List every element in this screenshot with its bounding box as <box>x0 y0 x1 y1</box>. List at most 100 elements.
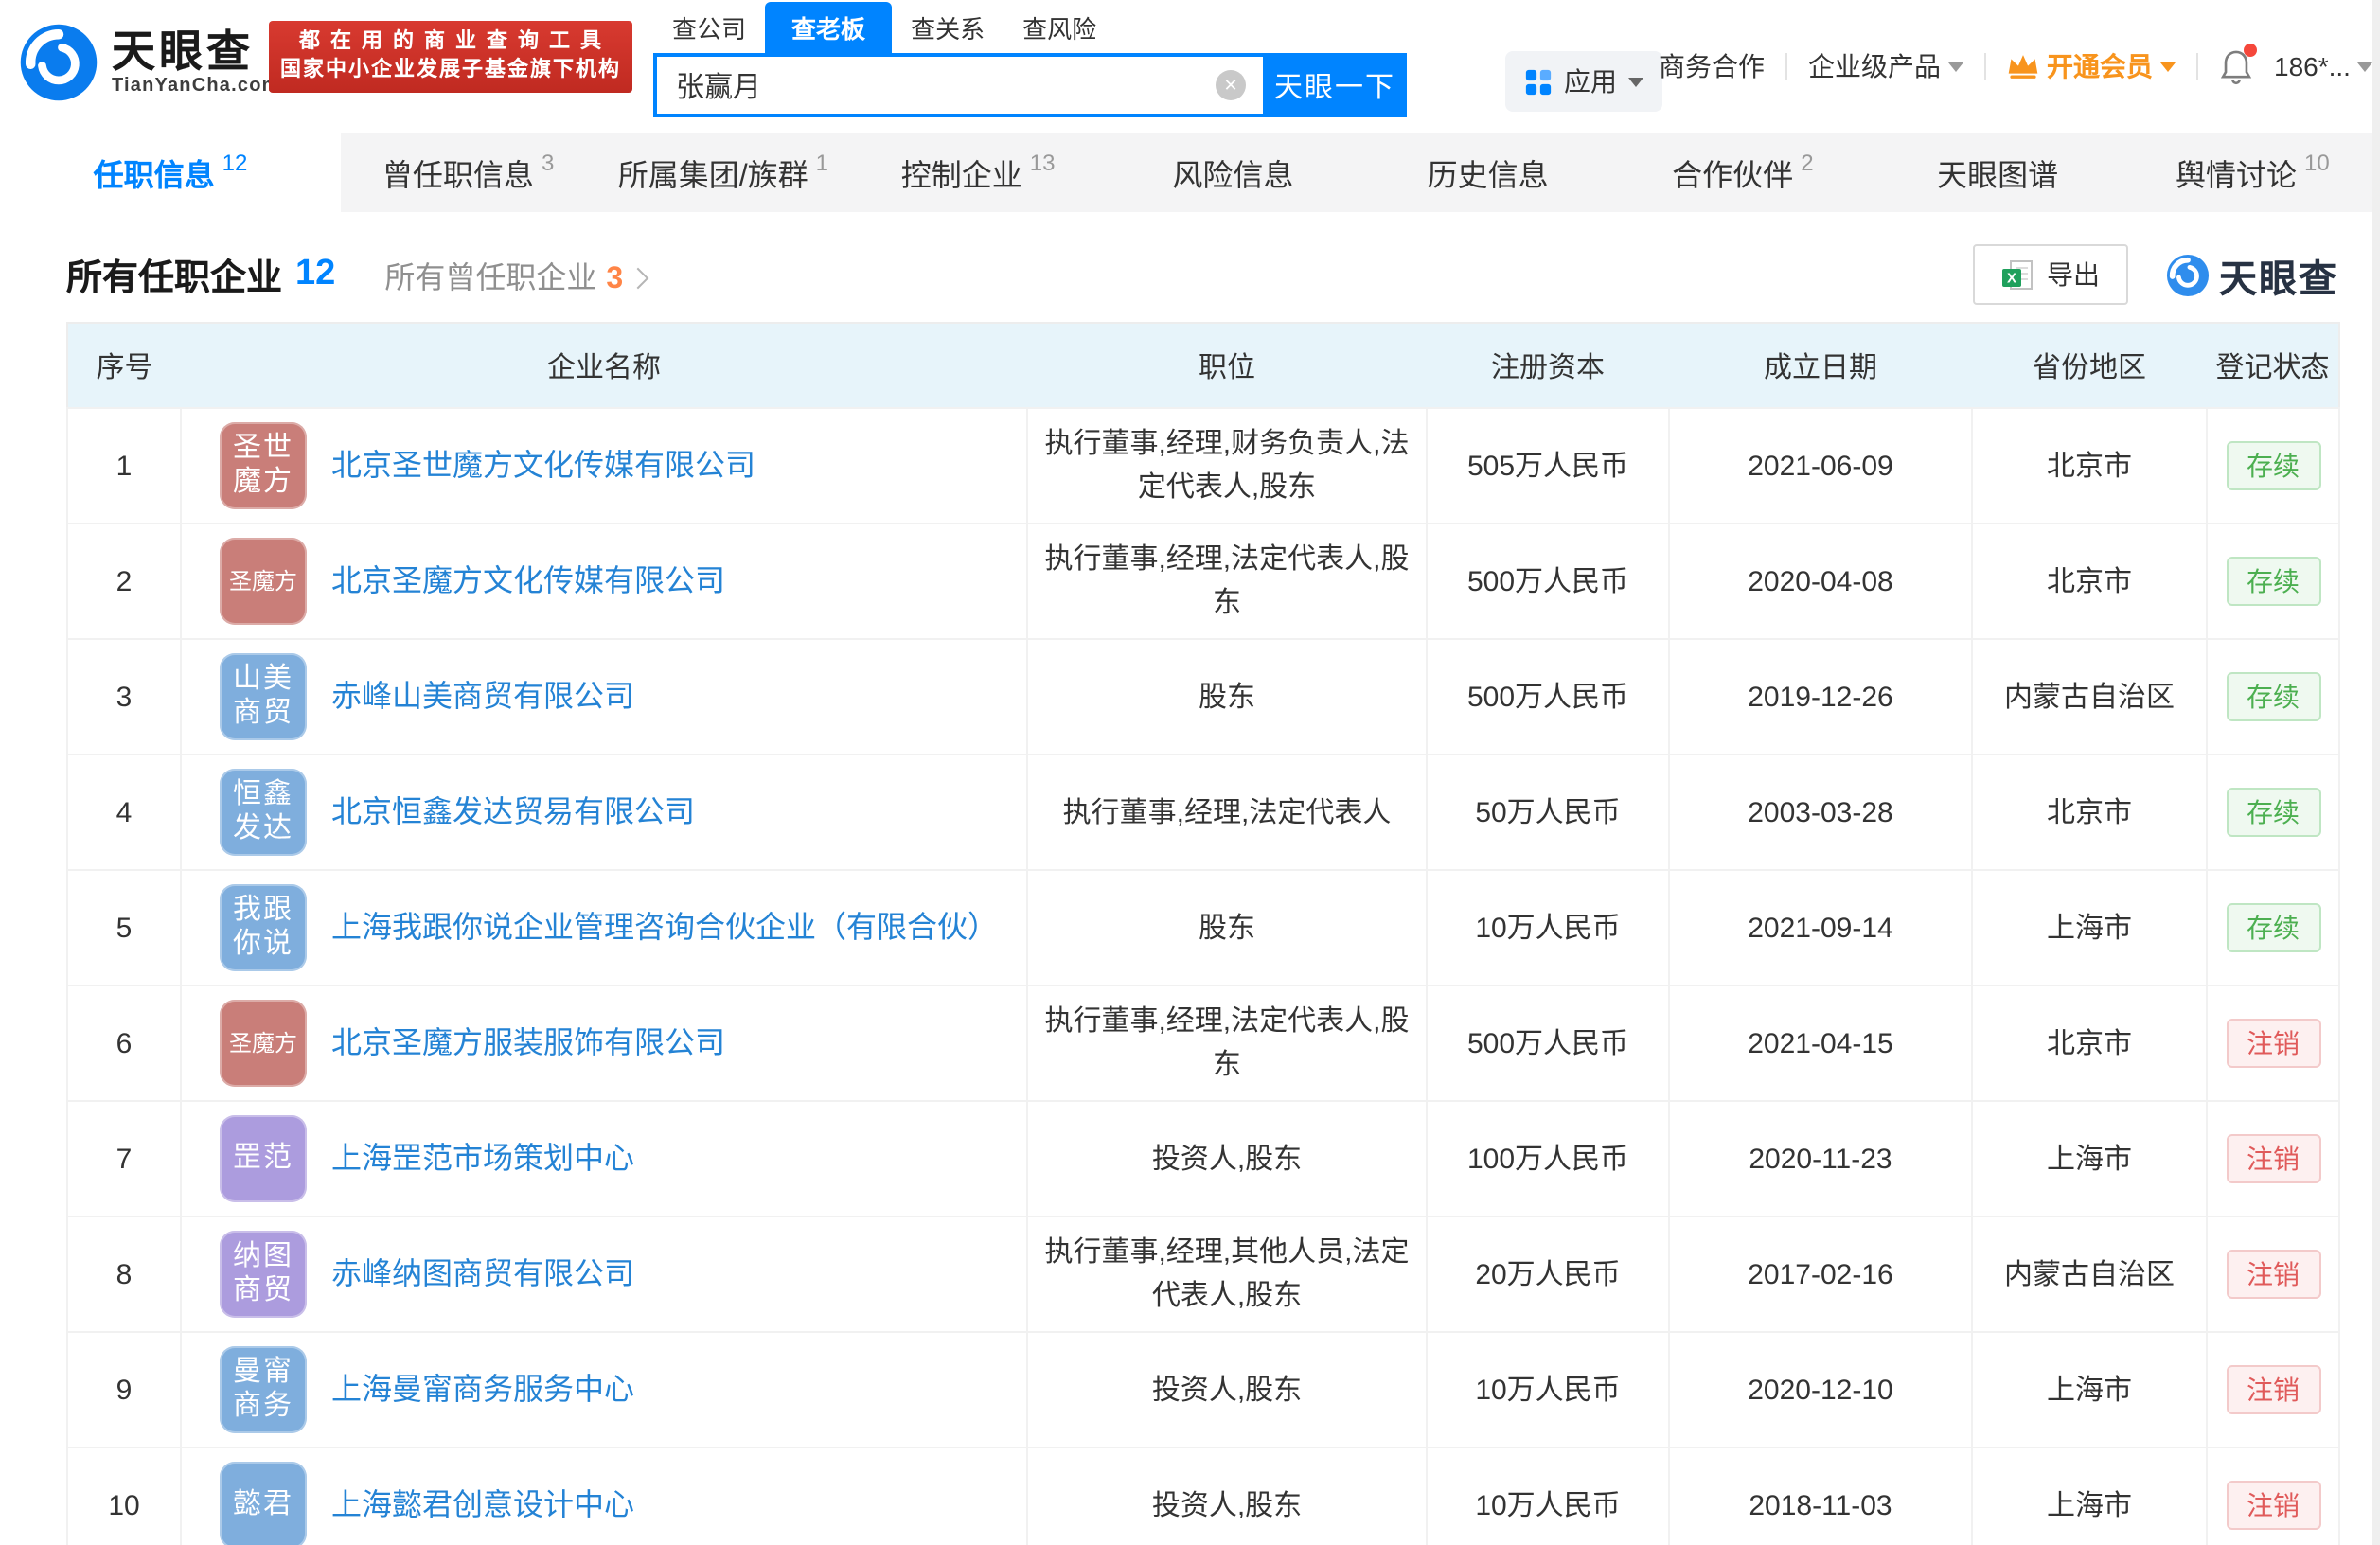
company-logo-badge: 圣魔方 <box>220 538 307 625</box>
logo-domain: TianYanCha.com <box>112 76 280 97</box>
cell-status: 存续 <box>2206 407 2340 524</box>
company-logo-badge: 曼甯 商务 <box>220 1346 307 1433</box>
tab-label: 曾任职信息 <box>382 161 534 193</box>
notification-dot <box>2244 43 2257 56</box>
company-link[interactable]: 上海曼甯商务服务中心 <box>331 1368 634 1412</box>
tab-count: 1 <box>815 150 828 176</box>
watermark-text: 天眼查 <box>2219 258 2338 300</box>
profile-tab-2[interactable]: 曾任职信息 3 <box>341 133 595 212</box>
section-count: 12 <box>295 254 336 293</box>
table-row: 8 纳图 商贸 赤峰纳图商贸有限公司 执行董事,经理,其他人员,法定代表人,股东 20万人… <box>66 1216 2340 1333</box>
company-link[interactable]: 北京圣世魔方文化传媒有限公司 <box>331 444 755 488</box>
caret-down-icon <box>1948 62 1963 71</box>
nav-open-membership[interactable]: 开通会员 <box>2007 47 2176 85</box>
profile-tab-1[interactable]: 任职信息 12 <box>0 133 341 212</box>
company-logo-badge: 我跟 你说 <box>220 884 307 971</box>
former-positions-link[interactable]: 所有曾任职企业 3 <box>384 252 649 297</box>
cell-status: 注销 <box>2206 1447 2340 1545</box>
table-header-row: 序号 企业名称 职位 注册资本 成立日期 省份地区 登记状态 <box>67 323 2339 408</box>
cell-capital: 500万人民币 <box>1426 523 1670 640</box>
column-header: 省份地区 <box>1972 323 2207 408</box>
profile-tab-8[interactable]: 天眼图谱 <box>1871 133 2125 212</box>
cell-position: 执行董事,经理,法定代表人,股东 <box>1026 985 1428 1102</box>
scrollbar[interactable] <box>2372 0 2380 1545</box>
company-link[interactable]: 上海懿君创意设计中心 <box>331 1483 634 1527</box>
tab-count: 12 <box>222 150 248 176</box>
company-logo-badge: 圣魔方 <box>220 1000 307 1087</box>
status-badge: 注销 <box>2226 1481 2320 1530</box>
company-link[interactable]: 上海罡范市场策划中心 <box>331 1137 634 1181</box>
tab-label: 任职信息 <box>93 161 215 193</box>
search-button[interactable]: 天眼一下 <box>1263 53 1407 117</box>
cell-region: 内蒙古自治区 <box>1971 1216 2208 1333</box>
table-row: 6 圣魔方 北京圣魔方服装服饰有限公司 执行董事,经理,法定代表人,股东 500万人民币… <box>66 985 2340 1102</box>
nav-enterprise-products[interactable]: 企业级产品 <box>1808 47 1963 85</box>
cell-no: 4 <box>66 754 182 871</box>
table-row: 7 罡范 上海罡范市场策划中心 投资人,股东 100万人民币 2020-11-23 上海市注… <box>66 1100 2340 1217</box>
cell-status: 存续 <box>2206 754 2340 871</box>
cell-position: 执行董事,经理,财务负责人,法定代表人,股东 <box>1026 407 1428 524</box>
excel-x: X <box>2007 270 2016 286</box>
tianyancha-logo[interactable]: 天眼查 TianYanCha.com <box>19 23 280 102</box>
company-logo-badge: 圣世 魔方 <box>220 422 307 509</box>
company-link[interactable]: 赤峰纳图商贸有限公司 <box>331 1252 634 1296</box>
status-badge: 存续 <box>2226 672 2320 721</box>
logo-title: 天眼查 <box>112 27 254 76</box>
profile-tab-3[interactable]: 所属集团/族群 1 <box>595 133 850 212</box>
profile-tab-5[interactable]: 风险信息 <box>1106 133 1360 212</box>
tab-label: 控制企业 <box>900 161 1022 193</box>
column-header: 注册资本 <box>1427 323 1669 408</box>
search-tab-3[interactable]: 查关系 <box>892 9 1004 53</box>
main-content: 所有任职企业 12 所有曾任职企业 3 X 导出 天眼查 序号 企业名称 职位 … <box>0 235 2380 1545</box>
company-link[interactable]: 北京圣魔方服装服饰有限公司 <box>331 1021 725 1065</box>
apps-menu-button[interactable]: 应用 <box>1505 51 1662 112</box>
cell-no: 7 <box>66 1100 182 1217</box>
profile-tab-7[interactable]: 合作伙伴 2 <box>1615 133 1870 212</box>
cell-position: 执行董事,经理,其他人员,法定代表人,股东 <box>1026 1216 1428 1333</box>
profile-tab-6[interactable]: 历史信息 <box>1360 133 1615 212</box>
notification-bell-icon[interactable] <box>2219 43 2257 84</box>
cell-date: 2017-02-16 <box>1668 1216 1973 1333</box>
apps-label: 应用 <box>1564 66 1617 97</box>
apps-grid-icon <box>1525 68 1552 95</box>
cell-capital: 505万人民币 <box>1426 407 1670 524</box>
cell-region: 上海市 <box>1971 1100 2208 1217</box>
cell-capital: 10万人民币 <box>1426 1447 1670 1545</box>
cell-company: 圣世 魔方 北京圣世魔方文化传媒有限公司 <box>180 407 1028 524</box>
tab-count: 10 <box>2304 150 2330 176</box>
cell-date: 2020-04-08 <box>1668 523 1973 640</box>
company-link[interactable]: 上海我跟你说企业管理咨询合伙企业（有限合伙） <box>331 906 998 950</box>
tab-label: 所属集团/族群 <box>617 161 808 193</box>
table-body: 1 圣世 魔方 北京圣世魔方文化传媒有限公司 执行董事,经理,财务负责人,法定代表人,股… <box>66 407 2340 1545</box>
search-tab-1[interactable]: 查公司 <box>653 9 765 53</box>
status-badge: 存续 <box>2226 788 2320 837</box>
profile-tab-9[interactable]: 舆情讨论 10 <box>2125 133 2380 212</box>
company-logo-badge: 罡范 <box>220 1115 307 1202</box>
cell-region: 北京市 <box>1971 754 2208 871</box>
profile-tab-4[interactable]: 控制企业 13 <box>851 133 1106 212</box>
search-tab-4[interactable]: 查风险 <box>1004 9 1115 53</box>
table-row: 5 我跟 你说 上海我跟你说企业管理咨询合伙企业（有限合伙） 股东 10万人民币 2021-… <box>66 869 2340 986</box>
search-tab-2[interactable]: 查老板 <box>765 2 893 53</box>
cell-no: 2 <box>66 523 182 640</box>
cell-company: 曼甯 商务 上海曼甯商务服务中心 <box>180 1331 1028 1448</box>
cell-capital: 500万人民币 <box>1426 985 1670 1102</box>
company-link[interactable]: 北京圣魔方文化传媒有限公司 <box>331 559 725 603</box>
status-badge: 注销 <box>2226 1365 2320 1414</box>
cell-company: 圣魔方 北京圣魔方文化传媒有限公司 <box>180 523 1028 640</box>
company-link[interactable]: 北京恒鑫发达贸易有限公司 <box>331 790 695 834</box>
tab-label: 历史信息 <box>1427 161 1549 193</box>
table-row: 2 圣魔方 北京圣魔方文化传媒有限公司 执行董事,经理,法定代表人,股东 500万人民币… <box>66 523 2340 640</box>
account-menu[interactable]: 186*... <box>2274 51 2373 81</box>
cell-date: 2021-09-14 <box>1668 869 1973 986</box>
company-link[interactable]: 赤峰山美商贸有限公司 <box>331 675 634 719</box>
cell-capital: 10万人民币 <box>1426 1331 1670 1448</box>
cell-region: 上海市 <box>1971 869 2208 986</box>
tab-label: 天眼图谱 <box>1937 161 2059 193</box>
clear-icon[interactable]: ✕ <box>1216 70 1246 100</box>
site-header: 天眼查 TianYanCha.com 都在用的商业查询工具 国家中小企业发展子基… <box>0 0 2380 133</box>
search-input[interactable] <box>653 53 1263 117</box>
nav-business-cooperation[interactable]: 商务合作 <box>1659 47 1765 85</box>
status-badge: 注销 <box>2226 1019 2320 1068</box>
export-button[interactable]: X 导出 <box>1973 244 2128 305</box>
